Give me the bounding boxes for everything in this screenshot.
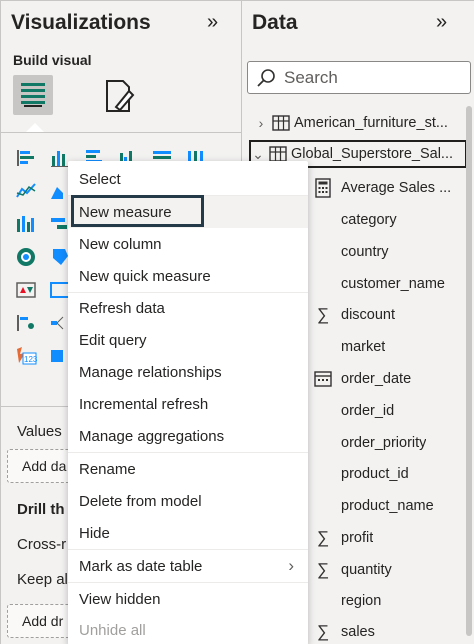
field-item[interactable]: product_id — [312, 459, 467, 489]
context-menu: Select New measure New column New quick … — [68, 161, 308, 644]
menu-item-label: Mark as date table — [79, 558, 203, 575]
field-name: country — [341, 244, 389, 260]
collapse-visualizations-icon[interactable]: » — [207, 11, 218, 34]
field-name: quantity — [341, 562, 392, 578]
table-name: Global_Superstore_Sal... — [291, 146, 454, 162]
scrollbar[interactable] — [466, 106, 472, 636]
field-name: discount — [341, 307, 396, 323]
sigma-icon: ∑ — [316, 560, 330, 579]
kpi-icon[interactable] — [9, 277, 43, 303]
menu-item-incremental-refresh[interactable]: Incremental refresh — [68, 388, 308, 420]
field-name: sales — [341, 624, 375, 640]
build-visual-tab[interactable] — [13, 75, 53, 115]
table-name: American_furniture_st... — [294, 115, 448, 131]
field-name: profit — [341, 530, 374, 546]
calendar-icon — [314, 371, 332, 387]
menu-item-unhide-all: Unhide all — [79, 622, 146, 639]
field-name: order_id — [341, 403, 395, 419]
chevron-right-icon: › — [288, 556, 294, 575]
sigma-icon: ∑ — [316, 622, 330, 641]
menu-item-new-column[interactable]: New column — [68, 228, 308, 260]
field-item[interactable]: market — [312, 332, 467, 362]
build-visual-icon — [21, 83, 45, 107]
menu-item-refresh-data[interactable]: Refresh data — [68, 292, 308, 324]
visualizations-title: Visualizations — [11, 11, 151, 34]
sigma-icon: ∑ — [316, 528, 330, 547]
svg-text:123: 123 — [24, 355, 38, 364]
format-paintbrush-icon — [106, 80, 135, 112]
field-name: product_name — [341, 498, 434, 514]
table-node-american-furniture[interactable]: › American_furniture_st... — [254, 109, 468, 137]
highlight-box — [71, 195, 204, 227]
data-title: Data — [252, 11, 298, 34]
field-name: order_date — [341, 371, 412, 387]
calculator-icon — [315, 178, 331, 198]
field-item[interactable]: ∑ profit — [312, 523, 467, 553]
field-name: customer_name — [341, 276, 445, 292]
field-item[interactable]: product_name — [312, 491, 467, 521]
ribbon-chart-icon[interactable] — [9, 211, 43, 237]
field-item[interactable]: category — [312, 205, 467, 235]
powerbi-panes: Visualizations » Build visual 123 Values… — [0, 0, 474, 644]
field-name: market — [341, 339, 386, 355]
line-chart-icon[interactable] — [9, 178, 43, 204]
collapse-data-icon[interactable]: » — [436, 11, 447, 34]
field-name: order_priority — [341, 435, 427, 451]
field-item[interactable]: customer_name — [312, 269, 467, 299]
divider — [1, 132, 241, 133]
sigma-icon: ∑ — [316, 305, 330, 324]
field-item[interactable]: ∑ discount — [312, 300, 467, 330]
stacked-bar-chart-icon[interactable] — [9, 145, 43, 171]
field-item[interactable]: ∑ quantity — [312, 555, 467, 585]
menu-item-new-quick-measure[interactable]: New quick measure — [68, 260, 308, 292]
search-input[interactable]: Search — [247, 61, 471, 94]
field-name: category — [341, 212, 397, 228]
menu-item-view-hidden[interactable]: View hidden — [68, 583, 308, 615]
menu-item-mark-as-date-table[interactable]: Mark as date table › — [68, 550, 308, 582]
menu-item-edit-query[interactable]: Edit query — [68, 324, 308, 356]
field-item[interactable]: region — [312, 586, 467, 616]
card-visual-icon[interactable]: 123 — [9, 343, 43, 369]
field-item[interactable]: order_id — [312, 396, 467, 426]
table-icon — [272, 115, 290, 131]
menu-item-manage-aggregations[interactable]: Manage aggregations — [68, 420, 308, 452]
chevron-right-icon[interactable]: › — [254, 115, 268, 131]
field-name: product_id — [341, 466, 409, 482]
field-name: Average Sales ... — [341, 180, 452, 196]
build-visual-label: Build visual — [13, 52, 92, 68]
format-visual-tab[interactable] — [99, 77, 139, 117]
field-item[interactable]: order_date — [312, 364, 467, 394]
search-placeholder: Search — [284, 68, 338, 87]
key-influencers-icon[interactable] — [9, 310, 43, 336]
search-icon — [257, 69, 275, 87]
field-name: region — [341, 593, 382, 609]
menu-item-delete-from-model[interactable]: Delete from model — [68, 485, 308, 517]
field-item[interactable]: Average Sales ... — [312, 173, 467, 203]
map-icon[interactable] — [9, 244, 43, 270]
menu-item-rename[interactable]: Rename — [68, 453, 308, 485]
values-well-label: Values — [17, 423, 62, 440]
chevron-down-icon[interactable]: ⌄ — [251, 146, 265, 163]
menu-item-select[interactable]: Select — [68, 163, 308, 195]
table-icon — [269, 146, 287, 162]
menu-item-manage-relationships[interactable]: Manage relationships — [68, 356, 308, 388]
menu-item-hide[interactable]: Hide — [68, 517, 308, 549]
field-item[interactable]: ∑ sales — [312, 617, 467, 644]
field-item[interactable]: order_priority — [312, 428, 467, 458]
field-item[interactable]: country — [312, 237, 467, 267]
